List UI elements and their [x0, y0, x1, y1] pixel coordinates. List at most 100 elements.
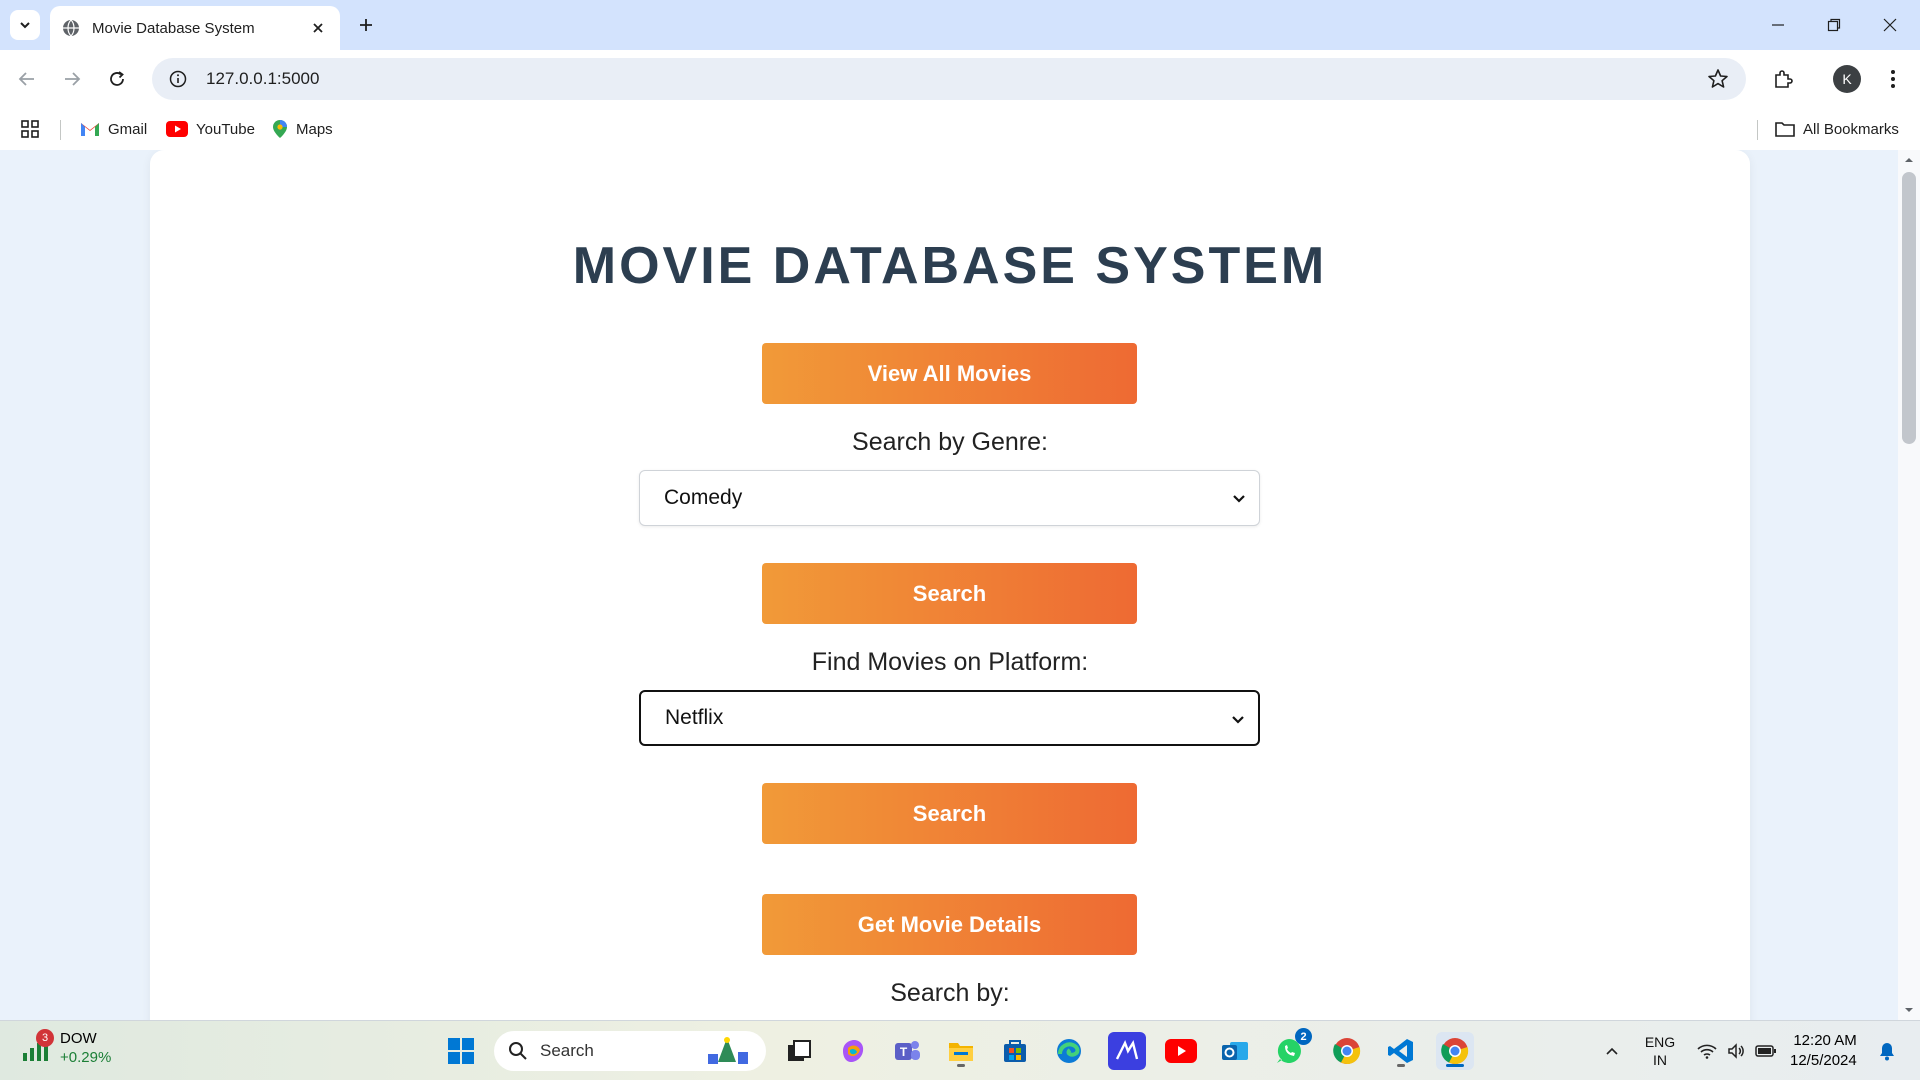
gmail-icon: [81, 123, 99, 136]
stock-widget[interactable]: 3 DOW +0.29%: [20, 1029, 111, 1067]
view-all-movies-button[interactable]: View All Movies: [762, 343, 1137, 404]
reload-button[interactable]: [100, 62, 134, 96]
page-title: MOVIE DATABASE SYSTEM: [572, 237, 1328, 295]
bookmarks-divider: [60, 120, 61, 140]
system-clock[interactable]: 12:20 AM 12/5/2024: [1790, 1031, 1857, 1071]
battery-icon: [1755, 1045, 1776, 1057]
browser-toolbar: 127.0.0.1:5000 K: [0, 50, 1920, 108]
bookmark-gmail[interactable]: Gmail: [80, 108, 147, 150]
restore-button[interactable]: [1806, 0, 1862, 50]
running-indicator: [957, 1064, 965, 1067]
search-highlight-icon: [708, 1037, 748, 1064]
taskbar-search-placeholder: Search: [540, 1041, 594, 1060]
tab-strip: Movie Database System: [0, 0, 1920, 50]
bell-icon: [1880, 1043, 1894, 1061]
reload-icon: [110, 71, 124, 86]
all-bookmarks-label: All Bookmarks: [1803, 120, 1899, 138]
start-button[interactable]: [442, 1032, 480, 1070]
app-icon[interactable]: [1108, 1032, 1146, 1070]
language-indicator[interactable]: ENG IN: [1640, 1021, 1680, 1080]
widget-badge: 3: [36, 1029, 54, 1047]
running-indicator: [1397, 1064, 1405, 1067]
windows-logo-icon: [448, 1038, 474, 1064]
platform-select[interactable]: Netflix: [639, 690, 1260, 746]
bookmark-label: Maps: [296, 120, 333, 138]
bookmark-youtube[interactable]: YouTube: [166, 108, 255, 150]
apps-button[interactable]: [20, 108, 40, 150]
plus-icon: [360, 19, 372, 31]
stock-change: +0.29%: [60, 1049, 112, 1066]
chevron-down-icon: [1233, 495, 1245, 503]
maps-pin-icon: [273, 120, 287, 138]
profile-avatar[interactable]: K: [1833, 65, 1861, 93]
language-code: ENG: [1644, 1034, 1676, 1050]
vscode-icon[interactable]: [1382, 1032, 1420, 1070]
close-icon: [1883, 18, 1897, 32]
page-scrollbar[interactable]: [1898, 150, 1920, 1020]
tab-movie-database[interactable]: Movie Database System: [50, 6, 340, 50]
stock-chart-icon: 3: [20, 1029, 54, 1063]
bookmarks-divider: [1757, 120, 1758, 140]
youtube-icon[interactable]: [1162, 1032, 1200, 1070]
whatsapp-icon[interactable]: 2: [1270, 1028, 1312, 1070]
site-info-icon[interactable]: [166, 67, 190, 91]
get-movie-details-button[interactable]: Get Movie Details: [762, 894, 1137, 955]
tab-title: Movie Database System: [92, 19, 255, 37]
scroll-up-icon[interactable]: [1903, 154, 1915, 166]
file-explorer-icon[interactable]: [942, 1032, 980, 1070]
outlook-icon[interactable]: [1216, 1032, 1254, 1070]
active-indicator: [1446, 1064, 1464, 1067]
folder-icon: [1775, 122, 1795, 137]
task-view-icon[interactable]: [780, 1032, 818, 1070]
scrollbar-thumb[interactable]: [1902, 172, 1916, 444]
clock-time: 12:20 AM: [1793, 1032, 1857, 1049]
back-button[interactable]: [10, 62, 44, 96]
tab-search-button[interactable]: [10, 10, 40, 40]
platform-search-button[interactable]: Search: [762, 783, 1137, 844]
all-bookmarks-button[interactable]: All Bookmarks: [1775, 108, 1899, 150]
globe-icon: [63, 19, 79, 37]
tab-close-button[interactable]: [308, 18, 328, 38]
notification-badge: 2: [1295, 1028, 1312, 1045]
copilot-icon[interactable]: [834, 1032, 872, 1070]
show-hidden-icons-button[interactable]: [1600, 1021, 1624, 1080]
edge-icon[interactable]: [1050, 1032, 1088, 1070]
new-tab-button[interactable]: [352, 11, 380, 39]
bookmark-label: YouTube: [196, 120, 255, 138]
svg-text:T: T: [900, 1045, 908, 1059]
genre-search-button[interactable]: Search: [762, 563, 1137, 624]
chevron-up-icon: [1606, 1047, 1618, 1055]
url-text: 127.0.0.1:5000: [206, 69, 320, 88]
close-window-button[interactable]: [1862, 0, 1918, 50]
bookmark-maps[interactable]: Maps: [272, 108, 333, 150]
search-by-label: Search by:: [890, 979, 1010, 1007]
address-bar[interactable]: 127.0.0.1:5000: [152, 58, 1746, 100]
teams-icon[interactable]: T: [888, 1032, 926, 1070]
forward-button[interactable]: [55, 62, 89, 96]
youtube-icon: [166, 121, 188, 137]
extensions-button[interactable]: [1766, 62, 1800, 96]
chrome-icon[interactable]: [1328, 1032, 1366, 1070]
system-tray-status[interactable]: [1692, 1021, 1782, 1080]
chrome-active-icon[interactable]: [1436, 1032, 1474, 1070]
genre-select[interactable]: Comedy: [639, 470, 1260, 526]
restore-icon: [1827, 18, 1841, 32]
notification-button[interactable]: [1872, 1021, 1902, 1080]
genre-selected-value: Comedy: [664, 486, 743, 509]
arrow-left-icon: [18, 72, 34, 86]
microsoft-store-icon[interactable]: [996, 1032, 1034, 1070]
bookmark-star-icon[interactable]: [1706, 67, 1730, 91]
scroll-down-icon[interactable]: [1903, 1004, 1915, 1016]
browser-menu-button[interactable]: [1878, 62, 1908, 96]
minimize-button[interactable]: [1750, 0, 1806, 50]
page-viewport: MOVIE DATABASE SYSTEM View All Movies Se…: [0, 150, 1920, 1020]
volume-icon: [1728, 1043, 1744, 1059]
stock-name: DOW: [60, 1030, 97, 1047]
bookmarks-bar: Gmail YouTube Maps All Bookmarks: [0, 108, 1920, 150]
chevron-down-icon: [20, 22, 30, 29]
taskbar-search[interactable]: Search: [494, 1031, 766, 1071]
chevron-down-icon: [1232, 716, 1244, 724]
main-card: MOVIE DATABASE SYSTEM View All Movies Se…: [150, 150, 1750, 1020]
kebab-menu-icon: [1891, 70, 1895, 88]
arrow-right-icon: [65, 72, 81, 86]
